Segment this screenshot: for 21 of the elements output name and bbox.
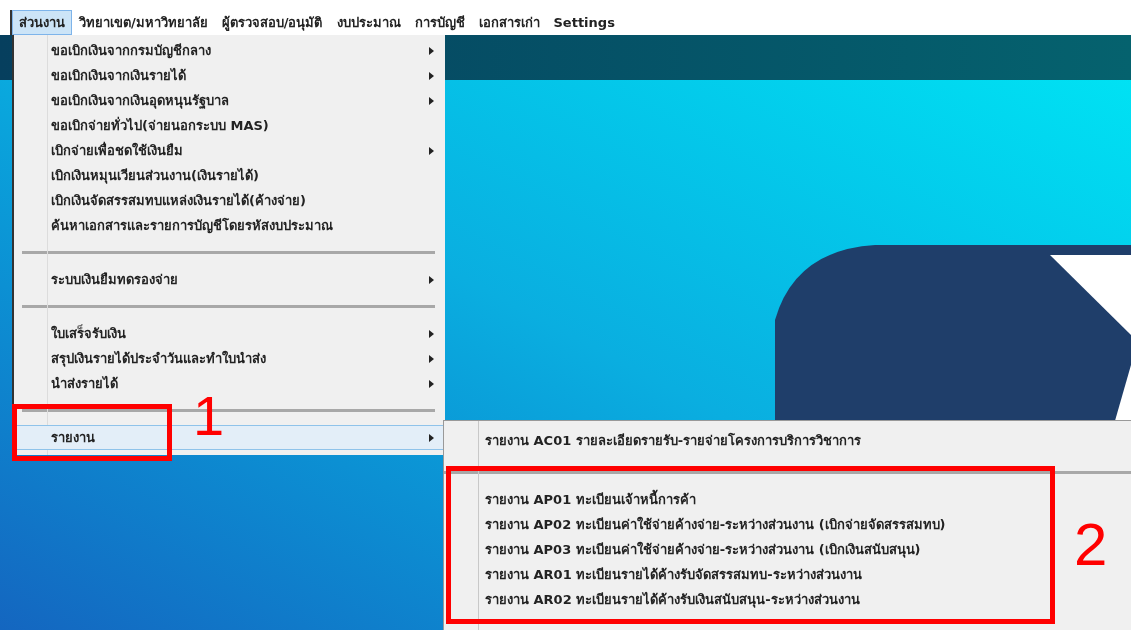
menu-bar-item[interactable]: ส่วนงาน xyxy=(12,10,72,35)
submenu-item[interactable]: รายงาน AR02 ทะเบียนรายได้ค้างรับเงินสนับสนุน-ระหว่างส่วนงาน xyxy=(444,587,1131,612)
menu-item[interactable]: เบิกจ่ายเพื่อชดใช้เงินยืม xyxy=(14,138,445,163)
annotation-number: 2 xyxy=(1074,515,1108,575)
menu-item[interactable]: ระบบเงินยืมทดรองจ่าย xyxy=(14,267,445,292)
menu-item[interactable]: สรุปเงินรายได้ประจำวันและทำใบนำส่ง xyxy=(14,346,445,371)
menu-item[interactable]: ขอเบิกเงินจากเงินรายได้ xyxy=(14,63,445,88)
menu-bar-item[interactable]: การบัญชี xyxy=(407,10,472,35)
menu-item[interactable]: ค้นหาเอกสารและรายการบัญชีโดยรหัสงบประมาณ xyxy=(14,213,445,238)
submenu-item[interactable]: รายงาน AC01 รายละเอียดรายรับ-รายจ่ายโครงการบริการวิชาการ xyxy=(444,428,1131,453)
menu-bar-item[interactable]: เอกสารเก่า xyxy=(471,10,547,35)
menu-item[interactable]: เบิกเงินจัดสรรสมทบแหล่งเงินรายได้(ค้างจ่าย) xyxy=(14,188,445,213)
menu-bar-item[interactable]: งบประมาณ xyxy=(329,10,408,35)
menu-item[interactable]: ขอเบิกจ่ายทั่วไป(จ่ายนอกระบบ MAS) xyxy=(14,113,445,138)
menu-bar-item[interactable]: วิทยาเขต/มหาวิทยาลัย xyxy=(72,10,215,35)
menu-item[interactable]: ขอเบิกเงินจากเงินอุดหนุนรัฐบาล xyxy=(14,88,445,113)
menu-bar-item[interactable]: Settings xyxy=(546,10,622,35)
menu-bar-item[interactable]: ผู้ตรวจสอบ/อนุมัติ xyxy=(214,10,330,35)
menu-item[interactable]: ใบเสร็จรับเงิน xyxy=(14,321,445,346)
menu-item[interactable]: เบิกเงินหมุนเวียนส่วนงาน(เงินรายได้) xyxy=(14,163,445,188)
submenu-item[interactable]: รายงาน AP01 ทะเบียนเจ้าหนี้การค้า xyxy=(444,487,1131,512)
